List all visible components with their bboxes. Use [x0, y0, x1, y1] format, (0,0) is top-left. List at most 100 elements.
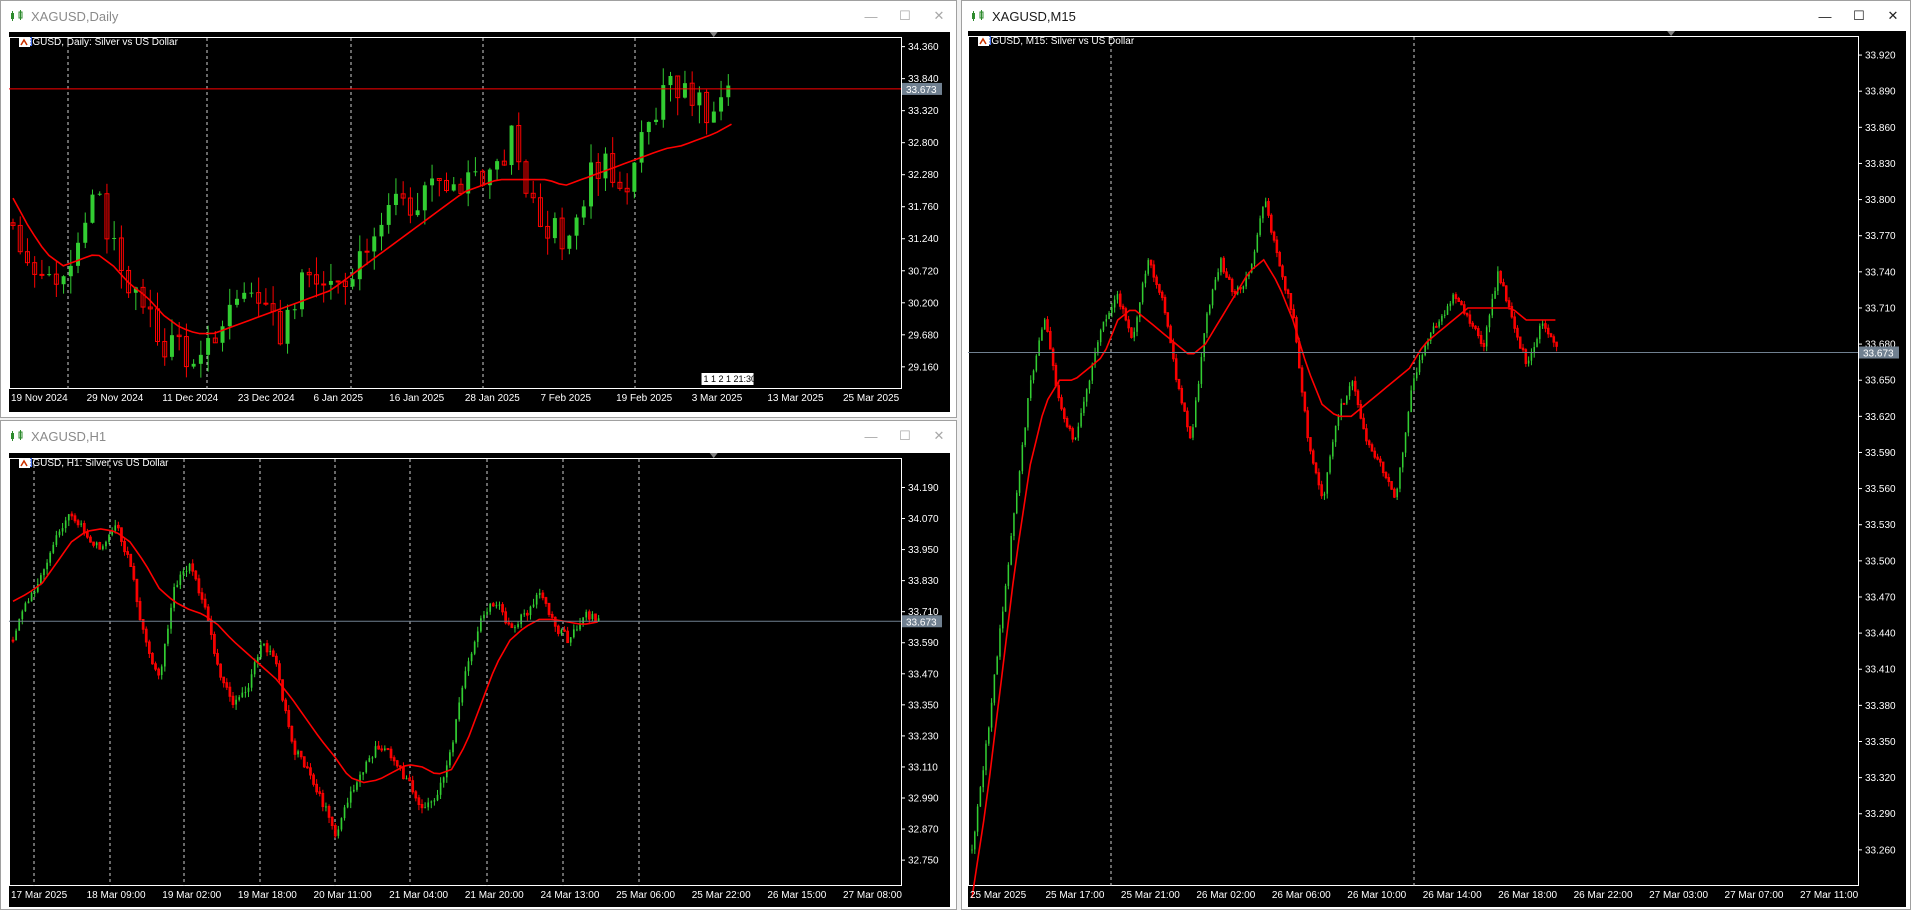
daily-chart-window[interactable]: XAGUSD,Daily — ☐ ✕ 34.360 33.840 33.320 32.…	[0, 0, 957, 418]
daily-candle	[444, 172, 449, 193]
daily-candle	[112, 221, 117, 251]
m15-candle	[1342, 402, 1346, 405]
h1-candle	[569, 637, 572, 647]
h1-candle	[102, 544, 104, 551]
daily-x-tick-label: 16 Jan 2025	[389, 393, 444, 404]
m15-window-titlebar[interactable]: XAGUSD,M15 — ☐ ✕	[962, 1, 1910, 31]
m15-candle	[1085, 388, 1088, 407]
daily-candle	[277, 299, 283, 346]
expert-flag-icon	[19, 458, 30, 468]
h1-y-tick-label: 32.870	[908, 825, 939, 836]
h1-candle	[315, 779, 319, 795]
daily-window-titlebar[interactable]: XAGUSD,Daily — ☐ ✕	[1, 1, 956, 31]
h1-x-tick-label: 24 Mar 13:00	[540, 890, 599, 901]
maximize-button[interactable]: ☐	[1842, 1, 1876, 31]
m15-chart-window[interactable]: XAGUSD,M15 — ☐ ✕ 33.920 33.890 33.860 33.83…	[961, 0, 1911, 910]
daily-candle	[473, 157, 478, 177]
close-button[interactable]: ✕	[922, 421, 956, 451]
h1-y-tick-label: 32.990	[908, 794, 939, 805]
daily-candle	[306, 267, 312, 288]
daily-candle	[400, 181, 406, 206]
h1-y-tick-label: 33.350	[908, 700, 939, 711]
h1-candle	[321, 789, 325, 812]
daily-candle	[162, 328, 168, 366]
m15-candle	[1376, 453, 1379, 461]
m15-candle	[1208, 304, 1211, 316]
h1-window-title: XAGUSD,H1	[31, 428, 107, 444]
m15-y-tick-label: 33.890	[1865, 87, 1896, 98]
h1-candle	[495, 601, 498, 609]
h1-candle	[241, 687, 244, 698]
h1-candle	[455, 718, 457, 744]
daily-candle	[379, 212, 384, 251]
h1-candle	[278, 660, 281, 683]
h1-price-label: 33.673	[902, 615, 942, 628]
h1-candle	[46, 559, 48, 575]
daily-candle	[407, 187, 413, 224]
h1-candle	[86, 528, 89, 539]
daily-y-tick-label: 32.280	[908, 170, 939, 181]
h1-candle	[213, 631, 216, 657]
daily-candle	[415, 192, 420, 217]
h1-candle	[293, 738, 297, 761]
h1-candle	[281, 679, 284, 703]
h1-candle	[538, 588, 541, 599]
h1-window-titlebar[interactable]: XAGUSD,H1 — ☐ ✕	[1, 421, 956, 451]
daily-candle	[321, 271, 327, 303]
h1-candle	[430, 800, 433, 809]
m15-candle	[1188, 426, 1192, 440]
daily-candle	[581, 200, 586, 226]
minimize-button[interactable]: —	[854, 1, 888, 31]
h1-candle	[386, 748, 390, 751]
m15-candle	[1133, 327, 1136, 342]
m15-candle	[1410, 385, 1412, 413]
h1-candle	[256, 654, 259, 668]
m15-candle	[1152, 260, 1156, 283]
close-button[interactable]: ✕	[922, 1, 956, 31]
close-button[interactable]: ✕	[1876, 1, 1910, 31]
daily-candle	[17, 216, 23, 255]
m15-candle	[1077, 422, 1080, 441]
h1-moving-average-line	[12, 528, 598, 784]
h1-candle	[464, 666, 467, 690]
m15-candle	[1256, 232, 1259, 253]
h1-candle	[228, 682, 232, 702]
m15-candle	[1549, 332, 1553, 338]
h1-candle	[504, 607, 508, 625]
h1-chart-window[interactable]: XAGUSD,H1 — ☐ ✕ 34.190 34.070 33.950 33.830…	[0, 420, 957, 910]
m15-candle	[1468, 310, 1472, 327]
h1-candle	[585, 609, 588, 621]
h1-candle	[325, 802, 327, 812]
h1-candle	[501, 602, 504, 616]
m15-candle	[1262, 206, 1264, 223]
h1-candle	[52, 541, 55, 555]
m15-candle	[1527, 356, 1530, 367]
minimize-button[interactable]: —	[1808, 1, 1842, 31]
h1-candle	[414, 790, 418, 802]
maximize-button[interactable]: ☐	[888, 421, 922, 451]
daily-candle	[552, 212, 557, 244]
m15-candle	[1351, 380, 1354, 391]
minimize-button[interactable]: —	[854, 421, 888, 451]
m15-candle	[1121, 303, 1125, 314]
daily-x-tick-label: 7 Feb 2025	[540, 393, 591, 404]
h1-candle	[340, 817, 343, 832]
h1-candle	[312, 772, 315, 787]
daily-candle	[328, 263, 333, 300]
h1-chart[interactable]: 34.190 34.070 33.950 33.830 33.710 33.590 33.4…	[9, 453, 950, 907]
m15-chart[interactable]: 33.920 33.890 33.860 33.830 33.800 33.770 33.7…	[968, 31, 1906, 907]
m15-candle	[1311, 448, 1315, 466]
m15-candle	[1220, 257, 1222, 276]
m15-candle	[1270, 213, 1273, 235]
h1-candle	[157, 667, 160, 680]
daily-candle	[191, 359, 196, 369]
m15-candle	[1206, 311, 1208, 338]
m15-candle	[1024, 427, 1026, 448]
m15-candle	[1099, 328, 1102, 346]
h1-candle	[89, 535, 92, 543]
m15-candle	[976, 803, 979, 837]
maximize-button[interactable]: ☐	[888, 1, 922, 31]
h1-candle	[402, 762, 405, 780]
m15-candle	[1284, 275, 1287, 294]
daily-chart[interactable]: 34.360 33.840 33.320 32.800 32.280 31.760 31.2…	[9, 32, 950, 412]
